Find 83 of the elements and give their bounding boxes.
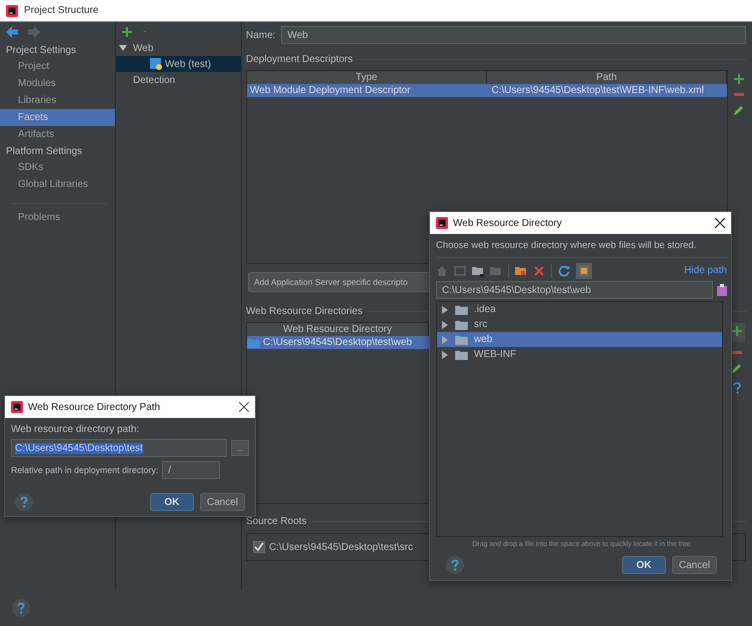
- ok-button[interactable]: OK: [622, 556, 666, 574]
- sidebar-item[interactable]: Artifacts: [0, 126, 115, 143]
- app-logo-icon: [436, 217, 448, 229]
- relative-path-label: Relative path in deployment directory:: [11, 465, 158, 475]
- selected-text: C:\Users\94545\Desktop\test: [15, 442, 143, 454]
- clipboard-icon[interactable]: [717, 284, 727, 296]
- table-row[interactable]: Web Module Deployment Descriptor C:\Users\94545\Desktop\test\WEB-INF\web.xml: [247, 84, 727, 97]
- relative-path-field[interactable]: /: [162, 461, 220, 479]
- window-title: Project Structure: [24, 5, 98, 16]
- dialog-title: Web Resource Directory Path: [28, 402, 160, 412]
- delete-icon[interactable]: [533, 264, 545, 277]
- tree-item[interactable]: WEB-INF: [437, 347, 722, 362]
- folder-icon: [455, 304, 468, 315]
- table-cell-text: Web Module Deployment Descriptor: [249, 85, 412, 96]
- tree-item[interactable]: Web: [116, 40, 241, 56]
- tree-item-label: web: [474, 334, 492, 346]
- expand-arrow-icon[interactable]: [119, 44, 127, 52]
- checkbox[interactable]: [253, 541, 265, 553]
- sidebar-section-header: Platform Settings: [5, 145, 84, 159]
- tree-item-label: .idea: [474, 304, 496, 316]
- table-cell-text: C:\Users\94545\Desktop\test\WEB-INF\web.xml: [490, 85, 705, 96]
- tree-item-label: src: [474, 319, 488, 330]
- cancel-button[interactable]: Cancel: [200, 493, 245, 511]
- name-label: Name:: [246, 30, 276, 40]
- sidebar-item[interactable]: Problems: [0, 209, 115, 226]
- add-icon[interactable]: [122, 27, 132, 37]
- dialog-description: Choose web resource directory where web files will be stored.: [436, 238, 727, 258]
- add-icon[interactable]: [732, 326, 742, 336]
- edit-icon[interactable]: [734, 105, 744, 115]
- sidebar-item[interactable]: Facets: [0, 109, 115, 126]
- edit-icon[interactable]: [732, 363, 742, 373]
- browse-button[interactable]: ...: [231, 440, 249, 456]
- group-title: Web Resource Directories: [246, 306, 363, 317]
- cancel-button[interactable]: Cancel: [672, 556, 717, 574]
- folder-icon: [455, 350, 468, 360]
- help-button[interactable]: [12, 599, 30, 617]
- app-logo-icon: [6, 4, 18, 16]
- folder-icon[interactable]: [472, 264, 484, 277]
- sidebar-item[interactable]: Libraries: [0, 92, 115, 109]
- sidebar-section-header: Project Settings: [5, 44, 78, 58]
- tree-item[interactable]: .idea: [437, 302, 722, 318]
- ok-button[interactable]: OK: [150, 493, 194, 511]
- tree-item[interactable]: web: [437, 332, 722, 348]
- folder-icon: [455, 320, 468, 330]
- hide-path-link[interactable]: Hide path: [684, 265, 727, 276]
- add-server-descriptor-button[interactable]: Add Application Server specific descripto: [248, 272, 431, 292]
- back-arrow-icon[interactable]: [6, 26, 18, 38]
- table-cell: C:\Users\94545\Desktop\test\web: [263, 337, 412, 348]
- tree-item-label: Detection: [133, 74, 176, 86]
- sidebar-item[interactable]: SDKs: [0, 159, 115, 176]
- web-facet-icon: [150, 58, 162, 70]
- help-button[interactable]: [446, 556, 464, 574]
- help-icon[interactable]: [733, 382, 741, 394]
- close-icon[interactable]: [239, 402, 249, 412]
- app-logo-icon: [11, 401, 23, 413]
- table-row[interactable]: C:\Users\94545\Desktop\test\web: [247, 336, 429, 349]
- directory-path-field[interactable]: C:\Users\94545\Desktop\test: [11, 439, 227, 457]
- tree-item[interactable]: Detection: [116, 72, 241, 88]
- path-label: Web resource directory path:: [11, 424, 140, 435]
- group-title: Deployment Descriptors: [246, 54, 353, 65]
- group-title: Source Roots: [246, 516, 307, 527]
- sidebar-item[interactable]: Modules: [0, 75, 115, 92]
- help-button[interactable]: [15, 493, 33, 511]
- help-icon: [12, 599, 30, 617]
- refresh-icon[interactable]: [558, 264, 570, 277]
- tree-item[interactable]: src: [437, 317, 722, 332]
- sidebar-item[interactable]: Project: [0, 58, 115, 75]
- tree-item-label: Web: [133, 42, 154, 54]
- folder-icon: [455, 334, 468, 345]
- tree-item[interactable]: Web (test): [116, 56, 241, 72]
- add-icon[interactable]: [734, 74, 744, 84]
- source-root-path: C:\Users\94545\Desktop\test\src: [269, 542, 413, 552]
- path-field[interactable]: C:\Users\94545\Desktop\test\web: [436, 281, 713, 300]
- dialog-title: Web Resource Directory: [453, 218, 562, 228]
- help-icon: [15, 493, 33, 511]
- sidebar-item[interactable]: Global Libraries: [0, 176, 115, 193]
- tree-item-label: Web (test): [165, 58, 211, 70]
- name-field[interactable]: Web: [281, 26, 746, 44]
- close-icon[interactable]: [715, 218, 725, 228]
- help-icon: [446, 556, 464, 574]
- tree-item-label: WEB-INF: [474, 349, 516, 360]
- toggle-preview-button[interactable]: [576, 262, 592, 279]
- new-folder-icon[interactable]: [515, 264, 527, 277]
